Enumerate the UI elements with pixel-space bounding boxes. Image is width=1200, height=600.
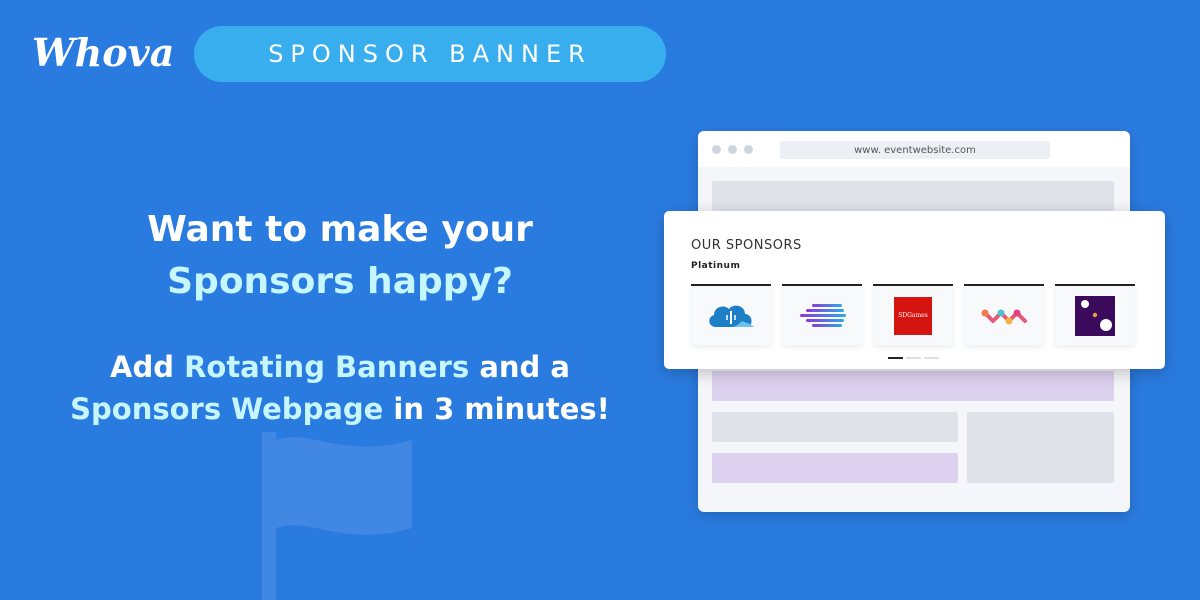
placeholder-header-block — [712, 181, 1114, 211]
placeholder-content-block — [712, 412, 958, 442]
sponsor-tile[interactable] — [691, 284, 771, 345]
whova-logo: Whova — [32, 30, 175, 75]
sponsor-tile[interactable]: SDGames — [873, 284, 953, 345]
cloud-usb-icon — [709, 305, 754, 327]
sponsors-card: OUR SPONSORS Platinum SDGames — [664, 211, 1165, 369]
placeholder-banner-block — [712, 371, 1114, 401]
sponsor-tile[interactable] — [964, 284, 1044, 345]
carousel-dot[interactable] — [924, 357, 939, 359]
headline-line-3: Add Rotating Banners and a — [110, 350, 570, 384]
sponsor-tile[interactable] — [1055, 284, 1135, 345]
sponsor-tile[interactable] — [782, 284, 862, 345]
carousel-dot[interactable] — [888, 357, 903, 359]
placeholder-content-block — [712, 453, 958, 483]
carousel-dot[interactable] — [906, 357, 921, 359]
window-dot-icon — [712, 145, 721, 154]
window-dot-icon — [728, 145, 737, 154]
browser-toolbar: www. eventwebsite.com — [698, 131, 1130, 167]
headline-offer: Add Rotating Banners and a Sponsors Webp… — [30, 346, 650, 430]
sdgames-logo: SDGames — [894, 296, 932, 335]
headline-line-1: Want to make your — [147, 209, 533, 250]
address-bar[interactable]: www. eventwebsite.com — [780, 141, 1050, 159]
dots-square-icon — [1075, 295, 1115, 336]
wave-dots-icon — [981, 309, 1027, 324]
placeholder-side-block — [967, 412, 1114, 483]
sponsor-tier-label: Platinum — [691, 261, 741, 271]
headline-line-2: Sponsors happy? — [167, 261, 513, 302]
window-dot-icon — [744, 145, 753, 154]
speed-sphere-icon — [800, 303, 846, 327]
sponsors-title: OUR SPONSORS — [691, 238, 802, 253]
headline-question: Want to make your Sponsors happy? — [30, 204, 650, 308]
sponsor-banner-badge: SPONSOR BANNER — [194, 26, 666, 82]
headline-line-4: Sponsors Webpage in 3 minutes! — [70, 392, 610, 426]
flag-icon — [262, 432, 412, 600]
